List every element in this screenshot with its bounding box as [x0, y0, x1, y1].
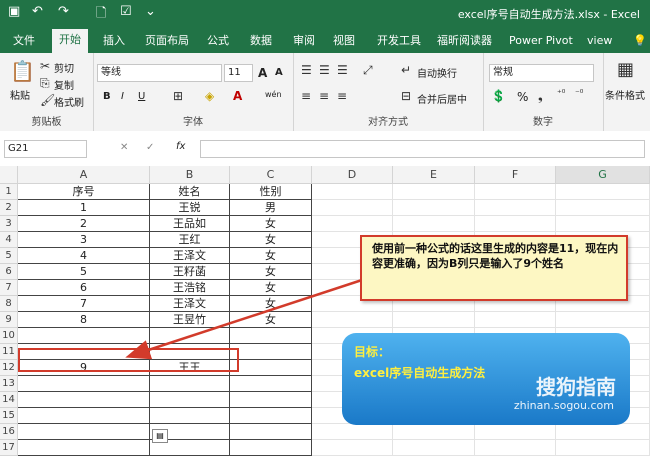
sogou-watermark: 搜狗指南	[536, 375, 616, 399]
goal-title: 目标：	[354, 345, 391, 359]
goal-box: 目标： excel序号自动生成方法 搜狗指南 zhinan.sogou.com	[342, 333, 630, 425]
explanation-callout: 使用前一种公式的话这里生成的内容是11，现在内容更准确，因为B列只是输入了9个姓…	[360, 235, 628, 301]
paste-options-icon[interactable]: ▤	[152, 429, 168, 443]
sogou-watermark-url: zhinan.sogou.com	[513, 399, 614, 412]
